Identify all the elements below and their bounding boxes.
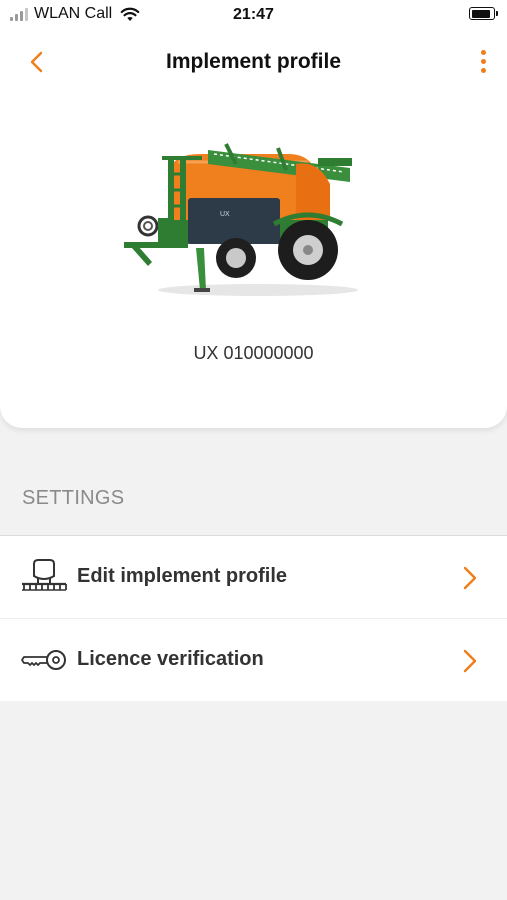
implement-icon	[22, 559, 67, 591]
svg-text:UX: UX	[220, 211, 230, 218]
field-sprayer-image: UX	[124, 143, 358, 296]
page-title: Implement profile	[165, 50, 342, 73]
licence-verification-label: Licence verification	[77, 648, 264, 670]
vertical-ellipsis-icon[interactable]	[473, 46, 493, 78]
licence-verification-item[interactable]: Licence verification	[0, 619, 507, 701]
implement-header-card: Implement profile UX UX 010000000	[0, 30, 507, 428]
status-bar: WLAN Call 21:47	[0, 0, 507, 30]
implement-serial-number: UX 010000000	[193, 343, 314, 363]
settings-list: Edit implement profile Licence verificat…	[0, 535, 507, 701]
chevron-right-icon	[463, 566, 477, 590]
battery-icon	[469, 7, 498, 20]
chevron-right-icon	[463, 649, 477, 673]
key-icon	[21, 650, 66, 670]
edit-implement-profile-item[interactable]: Edit implement profile	[0, 536, 507, 619]
status-time: 21:47	[233, 6, 274, 23]
edit-implement-profile-label: Edit implement profile	[77, 565, 288, 587]
settings-section-title: SETTINGS	[22, 487, 125, 509]
